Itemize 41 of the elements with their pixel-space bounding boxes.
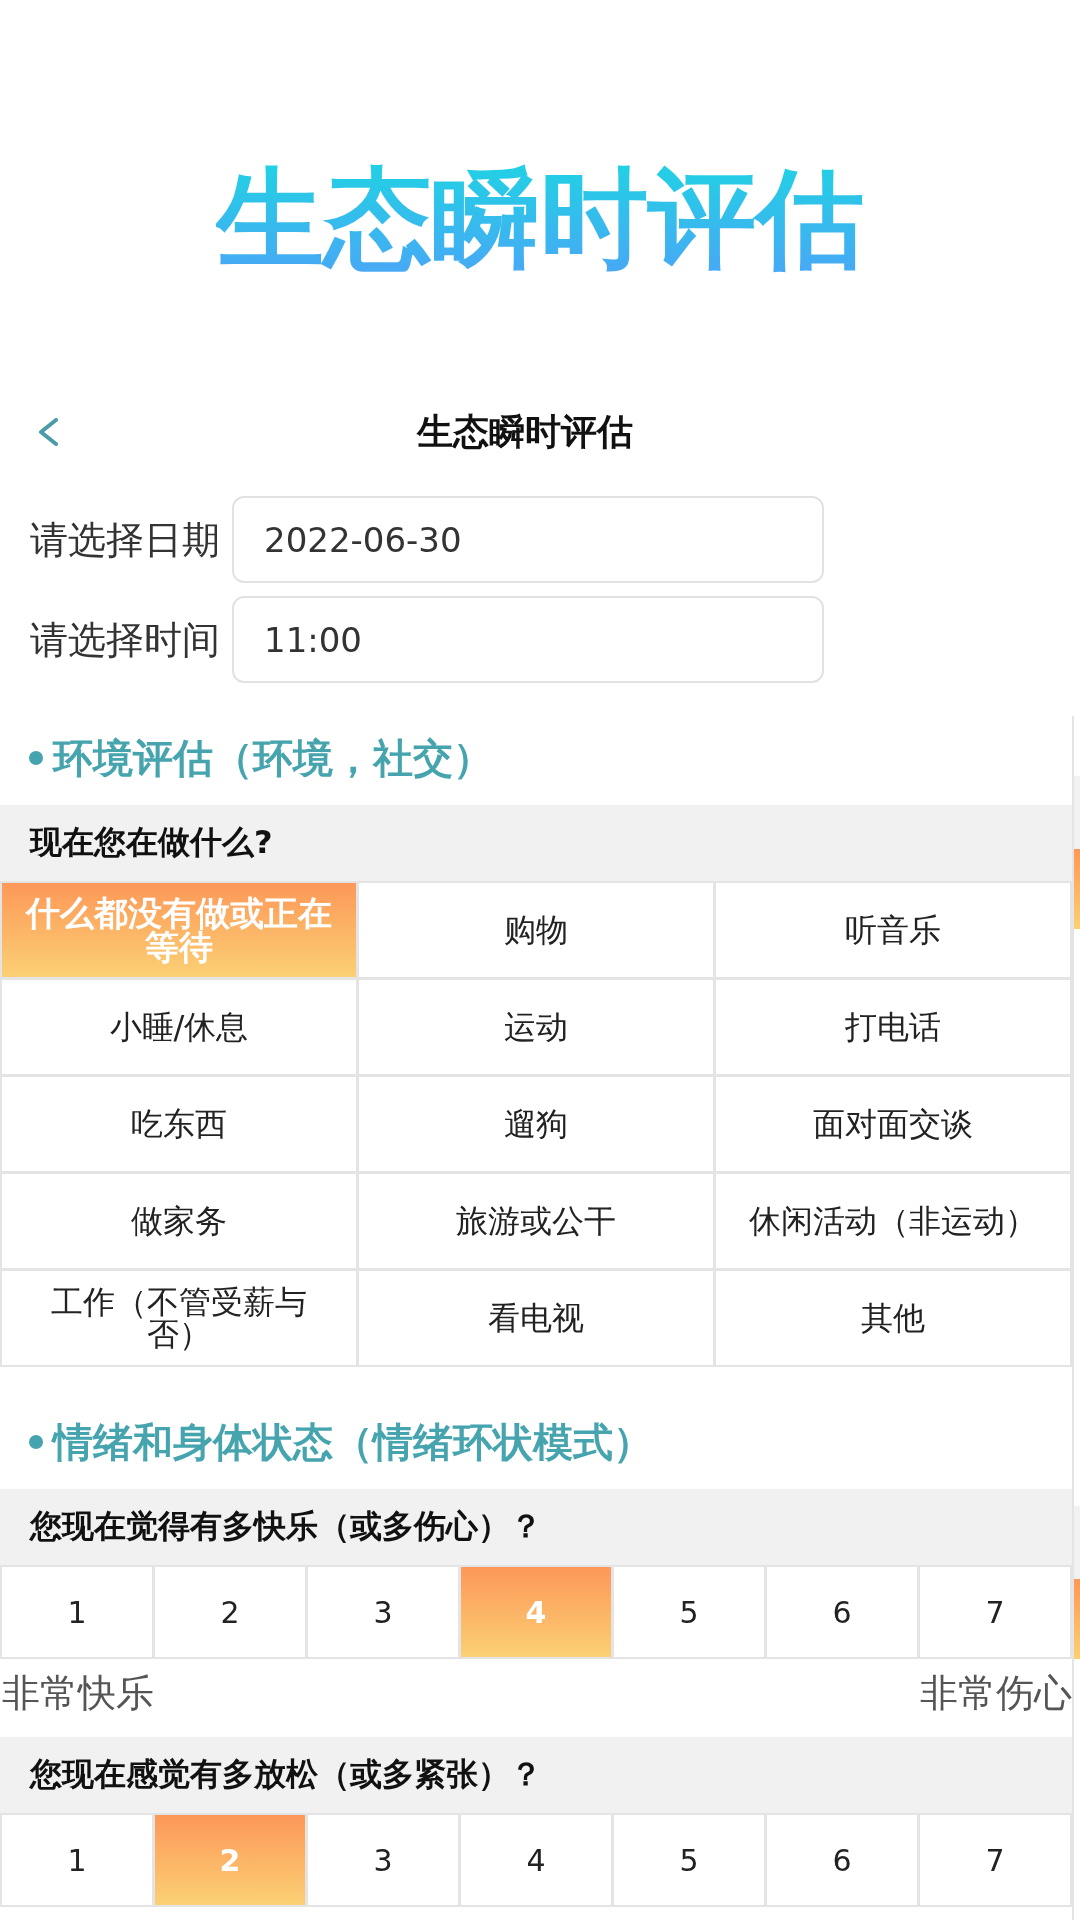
rating-option[interactable]: 5	[614, 1567, 764, 1657]
field-label: 请选择时间	[30, 616, 220, 663]
section-heading: 情绪和身体状态（情绪环状模式）	[53, 1418, 653, 1467]
question-prompt: 现在您在做什么?	[0, 805, 1072, 881]
option-button[interactable]: 其他	[716, 1271, 1070, 1365]
option-button[interactable]: 遛狗	[359, 1077, 713, 1171]
option-button[interactable]: 工作（不管受薪与否）	[2, 1271, 356, 1365]
option-button[interactable]: 做家务	[2, 1174, 356, 1268]
bullet-icon	[29, 1435, 43, 1449]
section-heading: 环境评估（环境，社交）	[53, 734, 493, 783]
option-button[interactable]: 休闲活动（非运动）	[716, 1174, 1070, 1268]
picker-field[interactable]: 2022-06-30	[232, 496, 824, 583]
option-button[interactable]: 吃东西	[2, 1077, 356, 1171]
rating-option[interactable]: 2	[155, 1567, 305, 1657]
question-prompt: 您现在觉得有多快乐（或多伤心）？	[0, 1489, 1072, 1565]
option-button[interactable]: 面对面交谈	[716, 1077, 1070, 1171]
bullet-icon	[29, 751, 43, 765]
rating-option[interactable]: 7	[920, 1567, 1070, 1657]
rating-option[interactable]: 3	[308, 1815, 458, 1905]
rating-option[interactable]: 4	[461, 1815, 611, 1905]
option-button[interactable]: 小睡/休息	[2, 980, 356, 1074]
option-button[interactable]: 听音乐	[716, 883, 1070, 977]
rating-option[interactable]: 6	[767, 1567, 917, 1657]
rating-option[interactable]: 1	[2, 1815, 152, 1905]
option-button[interactable]: 旅游或公干	[359, 1174, 713, 1268]
rating-option[interactable]: 3	[308, 1567, 458, 1657]
picker-field[interactable]: 11:00	[232, 596, 824, 683]
option-button[interactable]: 运动	[359, 980, 713, 1074]
option-button[interactable]: 购物	[359, 883, 713, 977]
option-button[interactable]: 看电视	[359, 1271, 713, 1365]
scale-label: 非常伤心	[920, 1669, 1072, 1717]
rating-option[interactable]: 6	[767, 1815, 917, 1905]
question-prompt: 您现在感觉有多放松（或多紧张）？	[0, 1737, 1072, 1813]
rating-option[interactable]: 1	[2, 1567, 152, 1657]
page-title: 生态瞬时评估	[417, 410, 633, 454]
scale-label: 非常快乐	[2, 1669, 154, 1717]
chevron-left-icon[interactable]	[37, 418, 59, 446]
rating-option[interactable]: 5	[614, 1815, 764, 1905]
field-label: 请选择日期	[30, 516, 220, 563]
rating-option[interactable]: 7	[920, 1815, 1070, 1905]
option-button[interactable]: 打电话	[716, 980, 1070, 1074]
